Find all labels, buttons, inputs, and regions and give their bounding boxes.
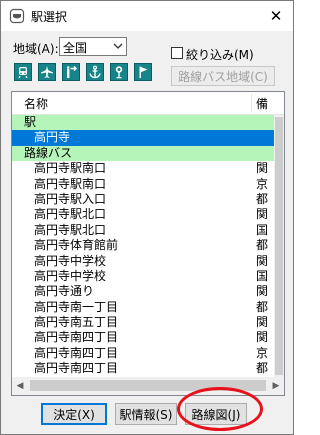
route-bus-region-label: 路線バス地域(C) [178, 69, 268, 84]
route-bus-region-button[interactable]: 路線バス地域(C) [171, 66, 275, 86]
port-icon [66, 66, 77, 78]
list-item-name: 駅 [24, 115, 37, 129]
chevron-right-icon: ▶ [272, 381, 280, 391]
list-item-note: 関 [256, 207, 269, 222]
list-rows: 駅高円寺 路線バス 高円寺駅南口関高円寺駅南口京高円寺駅入口都高円寺駅北口関高円寺駅… [12, 115, 274, 377]
station-list[interactable]: 名称 備 駅高円寺 路線バス 高円寺駅南口関高円寺駅南口京高円寺駅入口都高円寺駅北口… [11, 91, 285, 396]
list-item-name: 高円寺体育館前 [34, 238, 119, 253]
train-icon [18, 67, 28, 79]
station-info-button[interactable]: 駅情報(S) [115, 403, 177, 425]
list-item-name: 高円寺駅入口 [34, 191, 107, 206]
vertical-scrollbar[interactable] [274, 115, 284, 377]
list-item-note: 都 [256, 299, 269, 314]
ok-button[interactable]: 決定(X) [41, 403, 107, 425]
vertical-scroll-thumb[interactable] [275, 117, 283, 375]
list-item[interactable]: 高円寺南四丁目 都 [12, 361, 274, 376]
list-item-name: 高円寺通り [34, 284, 95, 299]
title-bar: 駅選択 ✕ [1, 1, 293, 31]
list-item-name: 高円寺中学校 [34, 253, 107, 268]
list-header: 名称 備 [12, 92, 284, 115]
bus-stop-filter-button[interactable] [110, 63, 128, 81]
column-header-name[interactable]: 名称 [24, 95, 48, 112]
list-item-note: 京 [256, 345, 269, 360]
flag-icon [139, 66, 148, 78]
list-item-note: 国 [256, 222, 269, 237]
station-select-dialog: 駅選択 ✕ 地域(A): 全国 絞り込み(M) 路線バス地域(C) 名称 備 駅… [0, 0, 294, 435]
route-map-button-label: 路線図(J) [191, 407, 241, 422]
station-info-button-label: 駅情報(S) [119, 407, 173, 422]
anchor-icon [89, 65, 101, 79]
list-item[interactable]: 高円寺駅北口 国 [12, 223, 274, 238]
list-group-header[interactable]: 駅 [12, 115, 274, 131]
list-item-name: 高円寺南五丁目 [34, 315, 119, 330]
column-divider[interactable] [251, 94, 252, 112]
list-item[interactable]: 高円寺中学校 関 [12, 254, 274, 269]
list-item[interactable]: 高円寺体育館前 都 [12, 238, 274, 253]
list-item-note: 国 [256, 268, 269, 283]
region-select-value: 全国 [63, 41, 88, 55]
ferry-filter-button[interactable] [86, 63, 104, 81]
list-item-note: 関 [256, 161, 269, 176]
list-item-name: 路線バス [24, 145, 73, 160]
list-item-note: 京 [256, 176, 269, 191]
narrow-checkbox[interactable] [171, 47, 183, 59]
list-item-note: 関 [256, 253, 269, 268]
chevron-left-icon: ◀ [16, 381, 24, 391]
port-filter-button[interactable] [62, 63, 80, 81]
close-icon: ✕ [269, 7, 283, 25]
list-item-name: 高円寺駅南口 [34, 176, 107, 191]
list-item-note: 関 [256, 315, 269, 330]
list-item-name: 高円寺南一丁目 [34, 299, 119, 314]
list-item-name: 高円寺南四丁目 [34, 345, 119, 360]
horizontal-scrollbar[interactable]: ◀ ▶ [12, 377, 284, 395]
list-item-name: 高円寺南四丁目 [34, 330, 119, 345]
bus-stop-icon [115, 66, 123, 79]
list-item-name: 高円寺駅北口 [34, 207, 107, 222]
list-item[interactable]: 高円寺南五丁目 関 [12, 315, 274, 330]
list-item[interactable]: 高円寺南四丁目 京 [12, 346, 274, 361]
list-item-name: 高円寺 [34, 130, 71, 145]
airplane-icon [41, 66, 53, 78]
list-item-note: 都 [256, 191, 269, 206]
narrow-label: 絞り込み(M) [186, 48, 254, 62]
list-item-note: 都 [256, 361, 269, 376]
list-item-note: 関 [256, 330, 269, 345]
ok-button-label: 決定(X) [53, 407, 95, 422]
list-group-header[interactable]: 路線バス [12, 145, 274, 162]
list-item[interactable]: 高円寺駅北口 関 [12, 207, 274, 222]
list-item[interactable]: 高円寺中学校 国 [12, 269, 274, 284]
list-item-name: 高円寺南四丁目 [34, 361, 119, 376]
app-icon [9, 8, 25, 24]
window-title: 駅選択 [31, 10, 68, 24]
list-item[interactable]: 高円寺駅南口 関 [12, 161, 274, 176]
train-filter-button[interactable] [14, 63, 32, 81]
list-item-name: 高円寺駅南口 [34, 161, 107, 176]
region-label: 地域(A): [13, 42, 59, 56]
scroll-left-arrow[interactable]: ◀ [12, 377, 28, 395]
column-header-note[interactable]: 備 [256, 95, 268, 112]
list-item[interactable]: 高円寺 [12, 130, 274, 146]
horizontal-scroll-thumb[interactable] [30, 380, 266, 391]
route-map-button[interactable]: 路線図(J) [185, 403, 247, 425]
list-item-name: 高円寺駅北口 [34, 222, 107, 237]
list-item-note: 関 [256, 284, 269, 299]
close-button[interactable]: ✕ [259, 2, 293, 30]
list-item-name: 高円寺中学校 [34, 268, 107, 283]
region-select[interactable]: 全国 [59, 37, 127, 56]
scroll-right-arrow[interactable]: ▶ [268, 377, 284, 395]
list-item-note: 都 [256, 238, 269, 253]
list-item[interactable]: 高円寺南一丁目 都 [12, 300, 274, 315]
chevron-down-icon [113, 43, 123, 49]
airport-filter-button[interactable] [38, 63, 56, 81]
list-item[interactable]: 高円寺駅南口 京 [12, 177, 274, 192]
landmark-filter-button[interactable] [134, 63, 152, 81]
list-item[interactable]: 高円寺駅入口 都 [12, 192, 274, 207]
list-item[interactable]: 高円寺通り 関 [12, 284, 274, 299]
list-item[interactable]: 高円寺南四丁目 関 [12, 330, 274, 345]
